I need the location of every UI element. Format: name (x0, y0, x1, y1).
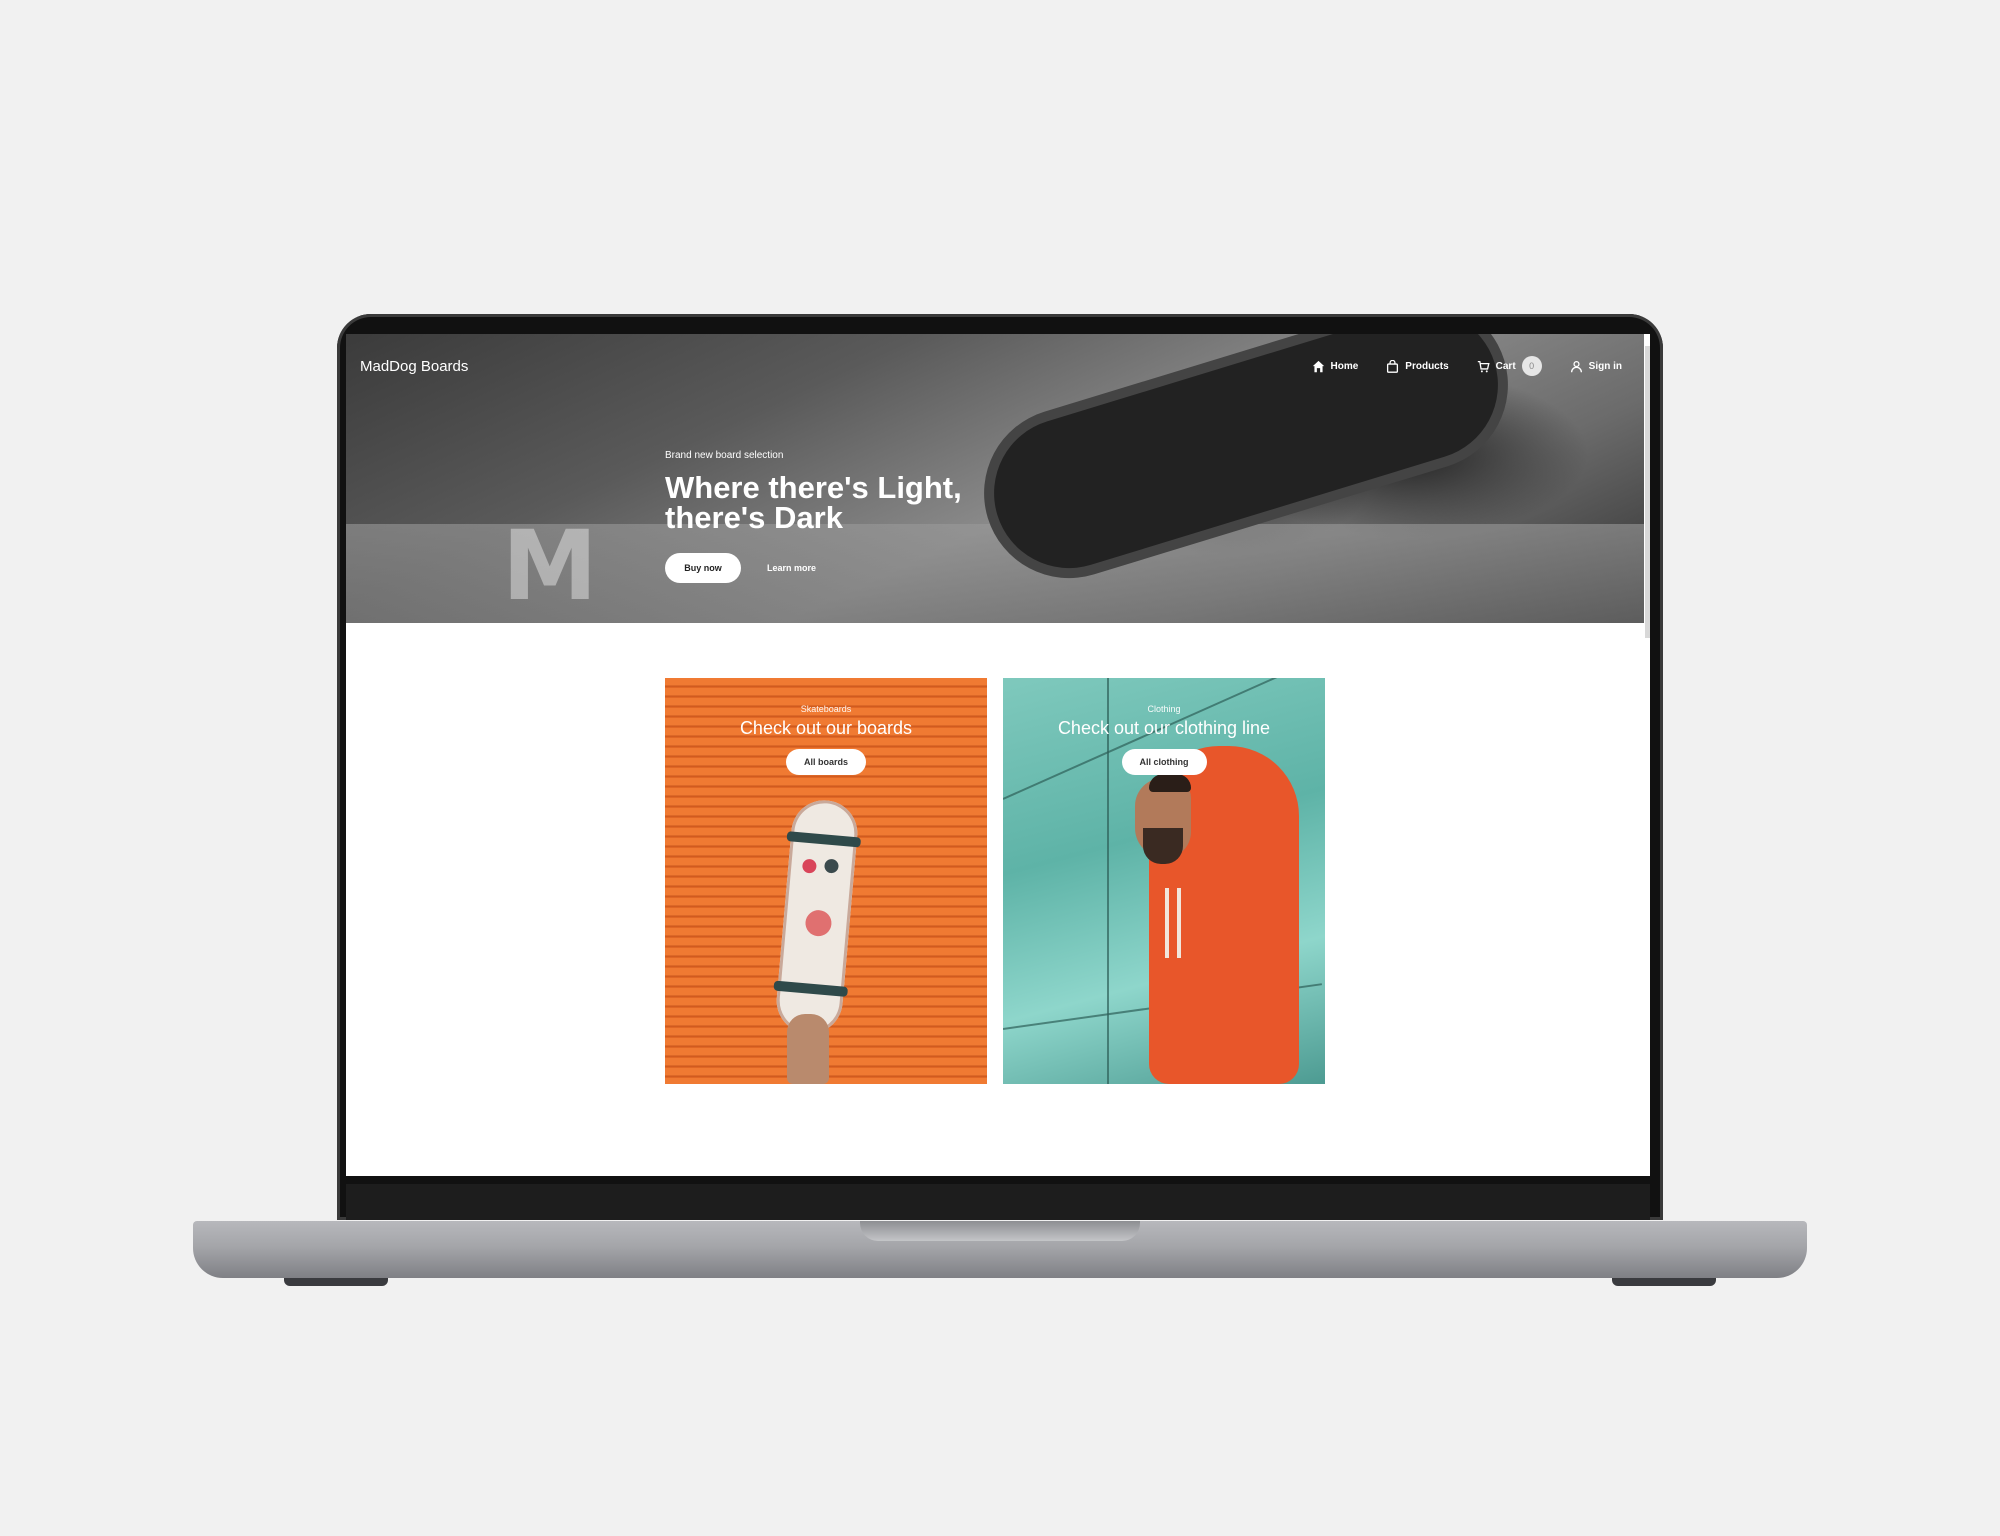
category-kicker: Clothing (1147, 704, 1181, 714)
hero-banner: M MadDog Boards Home Products Cart 0 Sig… (346, 334, 1644, 623)
category-card-clothing[interactable]: Clothing Check out our clothing line All… (1003, 678, 1325, 1084)
laptop-bezel-bottom (346, 1184, 1650, 1220)
laptop-foot-right (1612, 1278, 1716, 1286)
nav-label-products: Products (1405, 360, 1449, 372)
model-beard-image (1143, 828, 1183, 864)
hero-eyebrow: Brand new board selection (665, 450, 784, 461)
nav-item-cart[interactable]: Cart 0 (1477, 356, 1542, 376)
sticker-graphic (801, 858, 817, 874)
cart-icon (1477, 360, 1490, 372)
learn-more-link[interactable]: Learn more (767, 563, 816, 573)
hero-headline: Where there's Light, there's Dark (665, 470, 962, 535)
hand-image (787, 1014, 829, 1084)
hero-copy: Brand new board selection Where there's … (665, 450, 985, 583)
nav-label-cart: Cart (1495, 360, 1516, 372)
scrollbar-thumb[interactable] (1645, 346, 1650, 638)
skateboard-truck-bottom (773, 980, 849, 997)
laptop-foot-left (284, 1278, 388, 1286)
category-card-content: Clothing Check out our clothing line All… (1003, 704, 1325, 775)
category-card-boards[interactable]: Skateboards Check out our boards All boa… (665, 678, 987, 1084)
skateboard-truck-top (786, 831, 862, 848)
nav-item-sign-in[interactable]: Sign in (1570, 360, 1622, 373)
nav-item-home[interactable]: Home (1312, 360, 1359, 373)
buy-now-button[interactable]: Buy now (665, 553, 741, 583)
nav-label-sign-in: Sign in (1588, 360, 1622, 372)
category-kicker: Skateboards (800, 704, 852, 714)
hoodie-string (1165, 888, 1169, 958)
main-nav: Home Products Cart 0 Sign in (1312, 356, 1622, 376)
category-card-content: Skateboards Check out our boards All boa… (665, 704, 987, 775)
nav-item-products[interactable]: Products (1386, 359, 1449, 373)
hoodie-string (1177, 888, 1181, 958)
shopping-bag-icon (1387, 359, 1399, 373)
all-boards-button[interactable]: All boards (785, 749, 866, 775)
browser-viewport: M MadDog Boards Home Products Cart 0 Sig… (346, 334, 1650, 1176)
laptop-notch (860, 1221, 1140, 1241)
category-title: Check out our boards (739, 718, 913, 738)
hero-background-logo: M (502, 510, 598, 622)
hero-actions: Buy now Learn more (665, 553, 985, 583)
sticker-graphic (823, 858, 840, 874)
brand-logo[interactable]: MadDog Boards (360, 358, 468, 375)
category-title: Check out our clothing line (1057, 718, 1271, 738)
home-icon (1312, 360, 1324, 372)
skateboard-image (773, 797, 862, 1037)
cart-count-badge: 0 (1521, 356, 1542, 376)
nav-label-home: Home (1330, 360, 1359, 372)
all-clothing-button[interactable]: All clothing (1121, 749, 1207, 775)
model-hair-image (1149, 774, 1191, 792)
sticker-graphic (804, 909, 833, 938)
user-icon (1570, 360, 1582, 372)
